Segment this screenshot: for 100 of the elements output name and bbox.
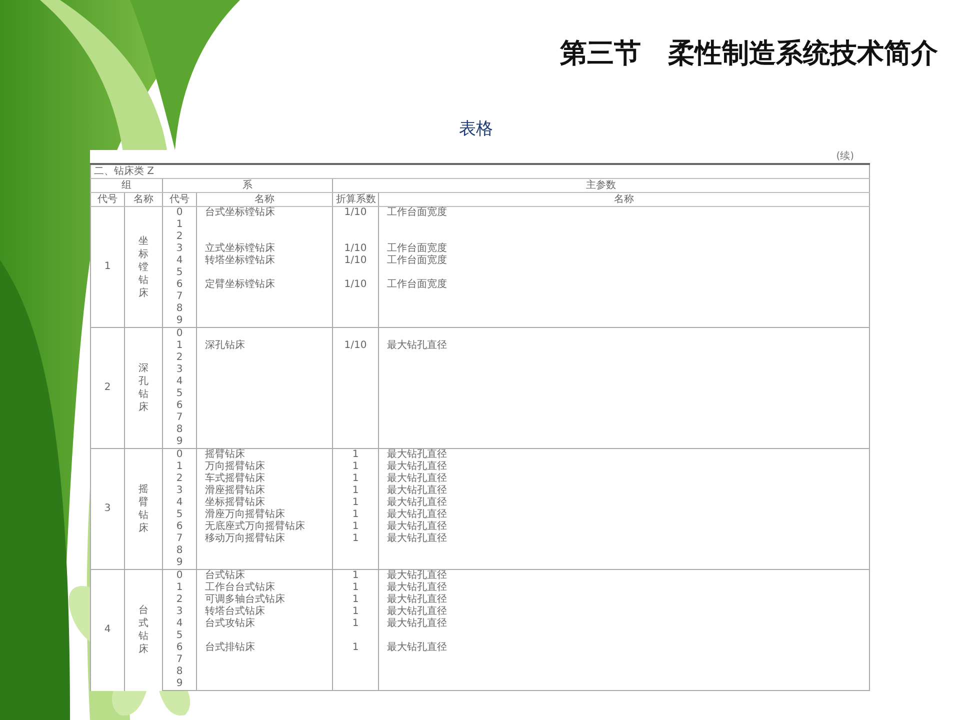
table-cell: 3: [176, 243, 183, 255]
table-cell: 1: [104, 261, 111, 273]
table-cell: 4: [176, 618, 183, 630]
column-header: 名称: [614, 193, 634, 206]
table-cell: 深孔钻床: [205, 340, 245, 352]
table-cell-text: 最大钻孔直径: [387, 473, 447, 484]
column-header: 折算系数: [336, 193, 376, 206]
table-cell: 2: [104, 382, 111, 394]
table-cell: 1: [176, 461, 183, 473]
table-cell-text: 最大钻孔直径: [387, 582, 447, 594]
table-cell: 1: [352, 497, 359, 509]
table-cell: 摇臂钻床: [138, 483, 148, 535]
table-cell: 1/10: [344, 207, 367, 219]
table-cell: 9: [176, 557, 183, 569]
column-header: 代号: [170, 193, 190, 206]
column-header: 代号: [98, 193, 118, 206]
table-cell-text: 最大钻孔直径: [387, 606, 447, 618]
table-cell-text: 最大钻孔直径: [387, 497, 447, 508]
table-cell: 1: [352, 582, 359, 594]
table-cell: 工作台面宽度: [387, 279, 447, 291]
table-cell: 8: [176, 303, 183, 315]
column-header: 名称: [254, 193, 274, 206]
table-cell-text: 最大钻孔直径: [387, 570, 447, 582]
table-cell: 1: [176, 340, 183, 352]
table-cell: 3: [176, 485, 183, 497]
table-category-label: 二、钻床类 Z: [94, 165, 154, 178]
table-cell-text: 最大钻孔直径: [387, 449, 447, 460]
table-cell: 台式排钻床: [205, 642, 255, 654]
table-cell: 4: [176, 497, 183, 509]
table-cell: 7: [176, 291, 183, 303]
table-cell-text: 万向摇臂钻床: [205, 461, 265, 472]
table-cell: 台式坐标镗钻床: [205, 207, 275, 219]
table-cell: 9: [176, 315, 183, 327]
table-cell: 3: [176, 364, 183, 376]
table-cell: 0: [176, 449, 183, 461]
continued-note: (续): [836, 150, 854, 163]
table-cell: 1: [352, 521, 359, 533]
table-cell-text: 滑座摇臂钻床: [205, 485, 265, 496]
table-cell: 台式钻床: [138, 604, 148, 656]
table-cell: 3: [176, 606, 183, 618]
table-cell: 1: [352, 473, 359, 485]
table-cell-text: 转塔台式钻床: [205, 606, 265, 618]
table-cell-text: 车式摇臂钻床: [205, 473, 265, 484]
table-cell-text: 工作台面宽度: [387, 243, 447, 254]
table-cell: 8: [176, 545, 183, 557]
table-cell: 2: [176, 473, 183, 485]
table-cell: 5: [176, 388, 183, 400]
table-cell: 5: [176, 630, 183, 642]
table-cell: 9: [176, 678, 183, 690]
table-cell: 转塔坐标镗钻床: [205, 255, 275, 267]
table-cell: 1: [352, 642, 359, 654]
table-cell: 5: [176, 267, 183, 279]
table-cell: 0: [176, 207, 183, 219]
table-cell-text: 最大钻孔直径: [387, 485, 447, 496]
table-cell-text: 可调多轴台式钻床: [205, 594, 285, 606]
table-cell-text: 摇臂钻床: [205, 449, 245, 460]
table-cell-text: 最大钻孔直径: [387, 521, 447, 532]
table-cell: 8: [176, 424, 183, 436]
table-cell: 8: [176, 666, 183, 678]
table-cell: 1: [352, 594, 359, 606]
table-cell: 1/10: [344, 255, 367, 267]
table-cell: 1: [176, 219, 183, 231]
table-cell: 1/10: [344, 243, 367, 255]
table-cell: 移动万向摇臂钻床: [205, 533, 285, 545]
table-cell: 4: [176, 376, 183, 388]
table-cell: 4: [176, 255, 183, 267]
table-cell-text: 无底座式万向摇臂钻床: [205, 521, 305, 532]
table-cell: 1: [352, 485, 359, 497]
table-cell: 4: [104, 624, 111, 636]
table-cell: 1: [352, 533, 359, 545]
table-cell: 6: [176, 642, 183, 654]
column-group-header: 系: [242, 179, 252, 192]
table-cell: 5: [176, 509, 183, 521]
table-cell-text: 台式钻床: [205, 570, 245, 582]
table-cell: 最大钻孔直径: [387, 533, 447, 545]
table-cell: 6: [176, 279, 183, 291]
table-cell: 1: [352, 606, 359, 618]
table-cell: 1: [352, 461, 359, 473]
table-cell: 1/10: [344, 279, 367, 291]
table-cell-text: 最大钻孔直径: [387, 461, 447, 472]
table-cell: 1: [352, 618, 359, 630]
table-cell: 9: [176, 436, 183, 448]
table-cell-text: 最大钻孔直径: [387, 509, 447, 520]
table-cell: 7: [176, 654, 183, 666]
table-cell: 6: [176, 521, 183, 533]
table-cell: 2: [176, 594, 183, 606]
table-cell: 工作台面宽度: [387, 255, 447, 267]
column-group-header: 组: [122, 179, 132, 192]
table-cell: 2: [176, 352, 183, 364]
table-cell-text: 立式坐标镗钻床: [205, 243, 275, 254]
table-cell-text: 滑座万向摇臂钻床: [205, 509, 285, 520]
table-cell: 6: [176, 400, 183, 412]
table-cell: 台式攻钻床: [205, 618, 255, 630]
table-cell: 最大钻孔直径: [387, 340, 447, 352]
table-cell-text: 坐标摇臂钻床: [205, 497, 265, 508]
table-cell: 1: [176, 582, 183, 594]
table-cell: 0: [176, 570, 183, 582]
table-cell: 3: [104, 503, 111, 515]
column-group-header: 主参数: [586, 179, 616, 192]
table-cell: 定臂坐标镗钻床: [205, 279, 275, 291]
